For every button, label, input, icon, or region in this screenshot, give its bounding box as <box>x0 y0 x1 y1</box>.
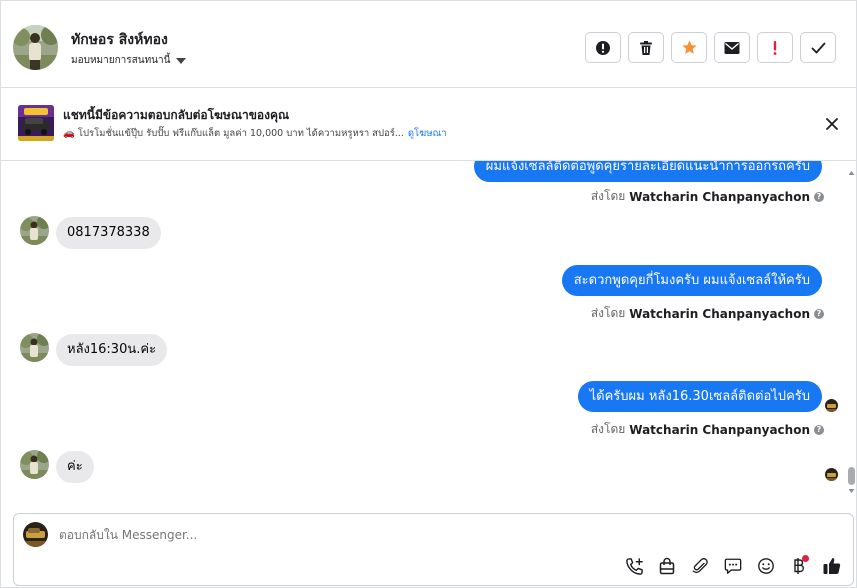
ad-banner-title: แชทนี้มีข้อความตอบกลับต่อโฆษณาของคุณ <box>63 108 290 122</box>
incoming-message[interactable]: ค่ะ <box>56 451 94 483</box>
smiley-icon <box>758 558 774 574</box>
header-actions <box>585 32 836 63</box>
star-button[interactable] <box>671 32 707 63</box>
seen-avatar <box>825 468 838 481</box>
shopping-bag-icon <box>659 557 675 575</box>
paperclip-icon <box>692 558 708 574</box>
message-thread: ผมแจ้งเซลล์ติดต่อพูดคุยรายละเอียดแนะนำกา… <box>1 161 847 511</box>
sent-by-label: ส่งโดย Watcharin Chanpanyachon ? <box>591 420 824 439</box>
contact-name: ทักษอร สิงห์ทอง <box>71 32 168 48</box>
page-avatar <box>23 522 48 547</box>
mark-done-button[interactable] <box>800 32 836 63</box>
trash-icon <box>640 40 652 55</box>
outgoing-message[interactable]: ผมแจ้งเซลล์ติดต่อพูดคุยรายละเอียดแนะนำกา… <box>473 161 822 182</box>
exclamation-circle-icon <box>596 40 610 55</box>
mark-unread-button[interactable] <box>714 32 750 63</box>
emoji-button[interactable] <box>755 555 777 577</box>
outgoing-message[interactable]: สะดวกพูดคุยกี่โมงครับ ผมแจ้งเซลล์ให้ครับ <box>561 265 822 296</box>
sent-by-prefix: ส่งโดย <box>590 306 626 320</box>
exclamation-icon <box>773 40 777 55</box>
sent-by-agent: Watcharin Chanpanyachon <box>629 189 810 204</box>
view-ad-link[interactable]: ดูโฆษณา <box>408 128 447 139</box>
contact-avatar-small[interactable] <box>20 216 49 245</box>
saved-replies-button[interactable] <box>722 555 744 577</box>
info-icon[interactable]: ? <box>814 424 824 435</box>
conversation-header: ทักษอร สิงห์ทอง มอบหมายการสนทนานี้ <box>1 1 856 88</box>
checkmark-icon <box>811 42 825 53</box>
shop-button[interactable] <box>656 555 678 577</box>
info-icon[interactable]: ? <box>814 308 824 319</box>
sent-by-label: ส่งโดย Watcharin Chanpanyachon ? <box>591 304 824 323</box>
incoming-message[interactable]: 0817378338 <box>56 217 161 249</box>
assign-label: มอบหมายการสนทนานี้ <box>71 55 171 66</box>
thumbs-up-icon <box>823 558 841 574</box>
ad-description: 🚗 โปรโมชั่นแข้ปุ๊บ รับปั๊บ ฟรีแก๊บแล็ต ม… <box>63 128 404 139</box>
call-add-icon <box>625 557 643 575</box>
composer-toolbar <box>623 555 843 577</box>
contact-avatar-small[interactable] <box>20 450 49 479</box>
like-button[interactable] <box>821 555 843 577</box>
close-icon <box>826 118 838 130</box>
ad-banner-subtitle: 🚗 โปรโมชั่นแข้ปุ๊บ รับปั๊บ ฟรีแก๊บแล็ต ม… <box>63 126 447 141</box>
outgoing-message[interactable]: ได้ครับผม หลัง16.30เซลล์ติดต่อไปครับ <box>577 381 822 412</box>
contact-avatar[interactable] <box>13 25 58 70</box>
add-call-button[interactable] <box>623 555 645 577</box>
envelope-icon <box>724 41 740 54</box>
close-banner-button[interactable] <box>824 116 840 132</box>
sent-by-label: ส่งโดย Watcharin Chanpanyachon ? <box>591 187 824 206</box>
sent-by-prefix: ส่งโดย <box>590 189 626 203</box>
assign-conversation-dropdown[interactable]: มอบหมายการสนทนานี้ <box>71 53 187 68</box>
ad-thumbnail[interactable] <box>18 105 54 141</box>
caret-down-icon <box>176 57 187 64</box>
reply-composer <box>13 513 854 586</box>
delete-button[interactable] <box>628 32 664 63</box>
seen-avatar <box>825 399 838 412</box>
reply-input[interactable] <box>59 528 559 542</box>
incoming-message[interactable]: หลัง16:30น.ค่ะ <box>56 334 168 366</box>
attach-button[interactable] <box>689 555 711 577</box>
notification-dot <box>802 555 809 562</box>
star-icon <box>681 40 697 54</box>
chat-bubble-icon <box>724 558 742 574</box>
thread-scrollbar[interactable] <box>847 161 856 511</box>
contact-avatar-small[interactable] <box>20 333 49 362</box>
follow-up-button[interactable] <box>757 32 793 63</box>
sent-by-prefix: ส่งโดย <box>590 422 626 436</box>
sent-by-agent: Watcharin Chanpanyachon <box>629 422 810 437</box>
payment-button[interactable] <box>788 555 810 577</box>
info-icon[interactable]: ? <box>814 191 824 202</box>
conversation-panel: ทักษอร สิงห์ทอง มอบหมายการสนทนานี้ แชทนี… <box>0 0 857 588</box>
spam-button[interactable] <box>585 32 621 63</box>
ad-reply-banner: แชทนี้มีข้อความตอบกลับต่อโฆษณาของคุณ 🚗 โ… <box>1 88 856 161</box>
sent-by-agent: Watcharin Chanpanyachon <box>629 306 810 321</box>
